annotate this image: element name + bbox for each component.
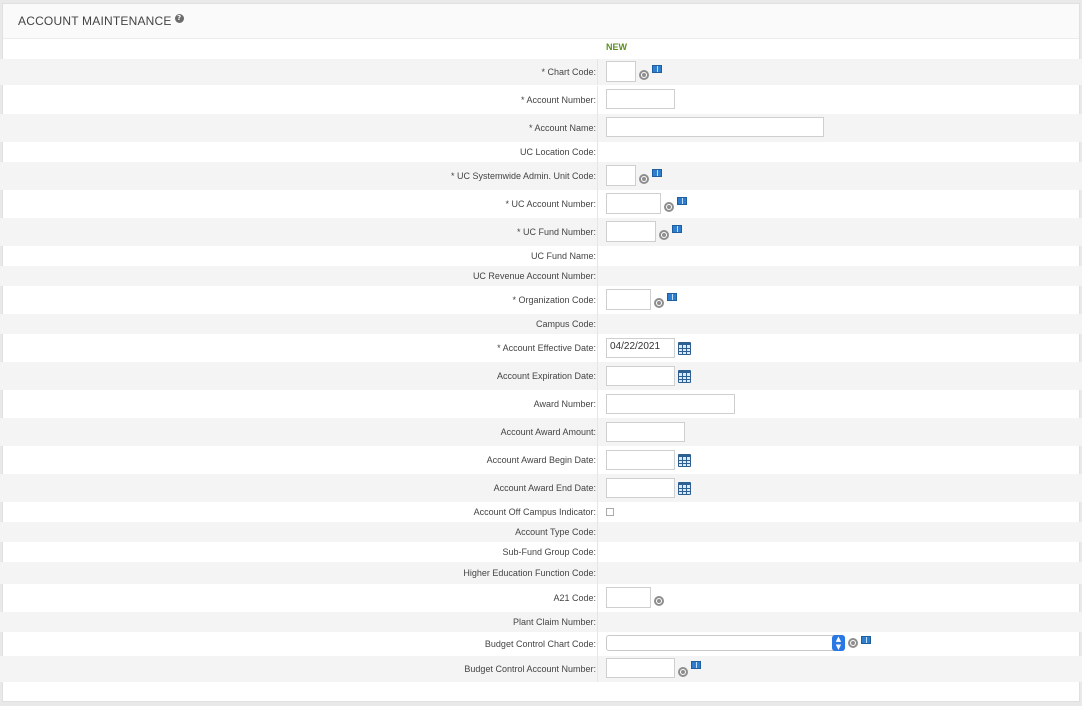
budget-control-chart-code-select[interactable]: ▲ ▼	[606, 635, 845, 651]
row-account-award-amount: Account Award Amount:	[0, 418, 1082, 446]
budget-control-chart-code-label: Budget Control Chart Code:	[484, 639, 596, 649]
status-new-label: NEW	[606, 42, 627, 52]
book-icon[interactable]	[672, 224, 682, 233]
account-award-amount-input[interactable]	[606, 422, 685, 442]
search-icon[interactable]	[659, 230, 669, 240]
uc-fund-number-input[interactable]	[606, 221, 656, 242]
uc-account-number-input[interactable]	[606, 193, 661, 214]
book-icon[interactable]	[691, 661, 701, 669]
organization-code-label: * Organization Code:	[512, 295, 596, 305]
search-icon[interactable]	[654, 596, 664, 606]
uc-systemwide-admin-unit-code-label: * UC Systemwide Admin. Unit Code:	[450, 171, 596, 181]
row-account-expiration-date: Account Expiration Date:	[0, 362, 1082, 390]
uc-fund-name-label: UC Fund Name:	[530, 251, 596, 261]
row-uc-fund-number: * UC Fund Number:	[0, 218, 1082, 246]
search-icon[interactable]	[848, 638, 858, 648]
row-uc-fund-name: UC Fund Name:	[0, 246, 1082, 266]
account-award-begin-date-input[interactable]	[606, 450, 675, 470]
row-uc-account-number: * UC Account Number:	[0, 190, 1082, 218]
row-higher-education-function-code: Higher Education Function Code:	[0, 562, 1082, 584]
account-award-end-date-input[interactable]	[606, 478, 675, 498]
calendar-icon[interactable]	[678, 453, 691, 467]
row-a21-code: A21 Code:	[0, 584, 1082, 612]
row-account-number: * Account Number:	[0, 86, 1082, 114]
account-off-campus-indicator-label: Account Off Campus Indicator:	[473, 507, 596, 517]
account-number-label: * Account Number:	[520, 95, 596, 105]
a21-code-input[interactable]	[606, 587, 651, 608]
account-award-amount-label: Account Award Amount:	[500, 427, 596, 437]
plant-claim-number-label: Plant Claim Number:	[512, 617, 596, 627]
row-uc-location-code: UC Location Code:	[0, 142, 1082, 162]
account-expiration-date-input[interactable]	[606, 366, 675, 386]
account-name-input[interactable]	[606, 117, 824, 137]
uc-fund-number-label: * UC Fund Number:	[516, 227, 596, 237]
page-title: ACCOUNT MAINTENANCE	[18, 14, 172, 28]
row-account-off-campus-indicator: Account Off Campus Indicator:	[0, 502, 1082, 522]
account-name-label: * Account Name:	[528, 123, 596, 133]
higher-education-function-code-label: Higher Education Function Code:	[463, 568, 596, 578]
book-icon[interactable]	[652, 64, 662, 73]
account-off-campus-checkbox[interactable]	[606, 508, 614, 516]
budget-control-account-number-input[interactable]	[606, 658, 675, 678]
calendar-icon[interactable]	[678, 369, 691, 383]
help-icon[interactable]: ?	[174, 13, 184, 23]
book-icon[interactable]	[652, 168, 662, 177]
a21-code-label: A21 Code:	[553, 593, 596, 603]
chevron-updown-icon[interactable]: ▲ ▼	[832, 635, 845, 651]
row-budget-control-account-number: Budget Control Account Number:	[0, 656, 1082, 682]
uc-account-number-label: * UC Account Number:	[505, 199, 596, 209]
row-account-name: * Account Name:	[0, 114, 1082, 142]
uc-revenue-account-number-label: UC Revenue Account Number:	[472, 271, 596, 281]
row-account-award-begin-date: Account Award Begin Date:	[0, 446, 1082, 474]
uc-location-code-label: UC Location Code:	[519, 147, 596, 157]
book-icon[interactable]	[667, 292, 677, 301]
account-award-end-date-label: Account Award End Date:	[493, 483, 596, 493]
search-icon[interactable]	[664, 202, 674, 212]
panel-header: ACCOUNT MAINTENANCE ?	[3, 4, 1079, 39]
row-uc-revenue-account-number: UC Revenue Account Number:	[0, 266, 1082, 286]
account-number-input[interactable]	[606, 89, 675, 109]
row-account-award-end-date: Account Award End Date:	[0, 474, 1082, 502]
row-award-number: Award Number:	[0, 390, 1082, 418]
row-campus-code: Campus Code:	[0, 314, 1082, 334]
calendar-icon[interactable]	[678, 481, 691, 495]
award-number-label: Award Number:	[533, 399, 596, 409]
account-type-code-label: Account Type Code:	[515, 527, 596, 537]
budget-control-account-number-label: Budget Control Account Number:	[464, 664, 596, 674]
chart-code-label: * Chart Code:	[541, 67, 596, 77]
row-plant-claim-number: Plant Claim Number:	[0, 612, 1082, 632]
chart-code-input[interactable]	[606, 61, 636, 82]
row-budget-control-chart-code: Budget Control Chart Code: ▲ ▼	[0, 632, 1082, 656]
search-icon[interactable]	[678, 666, 688, 677]
account-effective-date-label: * Account Effective Date:	[497, 343, 596, 353]
row-account-type-code: Account Type Code:	[0, 522, 1082, 542]
award-number-input[interactable]	[606, 394, 735, 414]
row-organization-code: * Organization Code:	[0, 286, 1082, 314]
account-expiration-date-label: Account Expiration Date:	[496, 371, 596, 381]
calendar-icon[interactable]	[678, 341, 691, 355]
account-award-begin-date-label: Account Award Begin Date:	[486, 455, 596, 465]
book-icon[interactable]	[861, 636, 871, 644]
organization-code-input[interactable]	[606, 289, 651, 310]
row-uc-systemwide-admin-unit-code: * UC Systemwide Admin. Unit Code:	[0, 162, 1082, 190]
search-icon[interactable]	[639, 174, 649, 184]
search-icon[interactable]	[654, 298, 664, 308]
row-chart-code: * Chart Code:	[0, 59, 1082, 85]
row-sub-fund-group-code: Sub-Fund Group Code:	[0, 542, 1082, 562]
account-effective-date-input[interactable]: 04/22/2021	[606, 338, 675, 358]
book-icon[interactable]	[677, 196, 687, 205]
row-account-effective-date: * Account Effective Date: 04/22/2021	[0, 334, 1082, 362]
campus-code-label: Campus Code:	[535, 319, 596, 329]
sub-fund-group-code-label: Sub-Fund Group Code:	[502, 547, 596, 557]
uc-systemwide-admin-unit-code-input[interactable]	[606, 165, 636, 186]
search-icon[interactable]	[639, 70, 649, 80]
